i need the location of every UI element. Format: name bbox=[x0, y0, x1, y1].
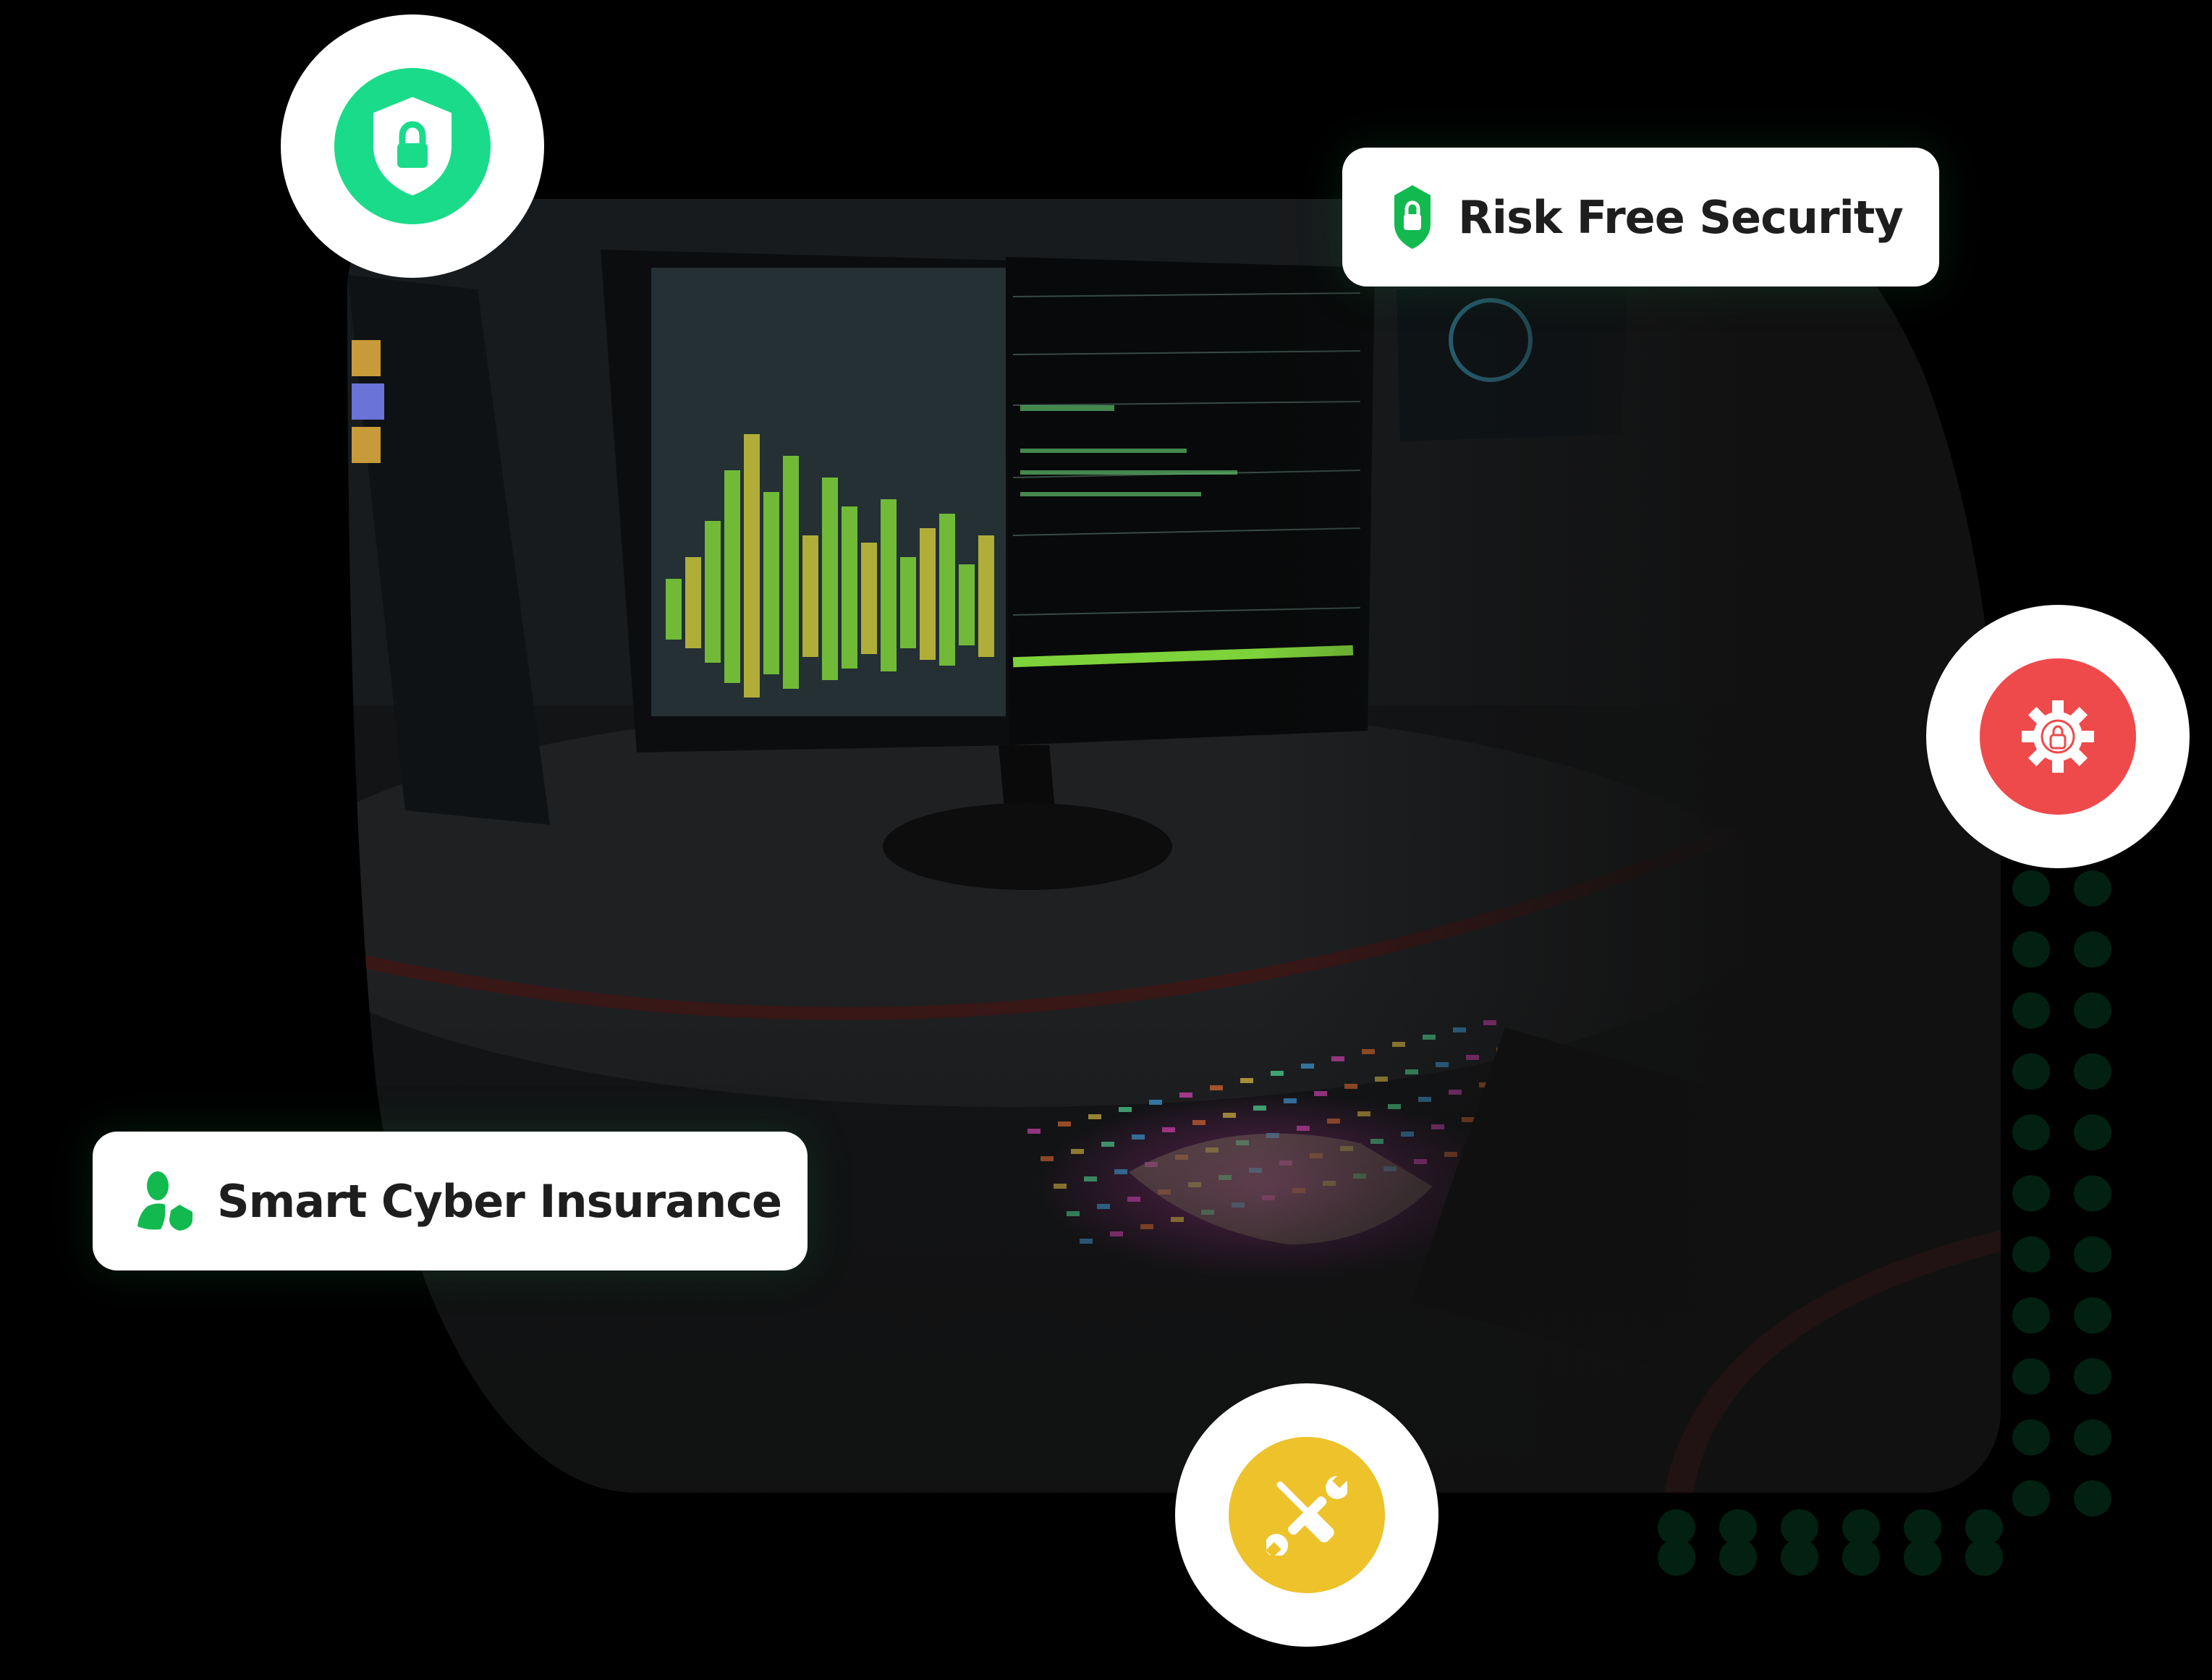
gear-lock-icon bbox=[2022, 700, 2094, 773]
risk-free-security-label: Risk Free Security bbox=[1458, 190, 1904, 244]
shield-lock-badge bbox=[334, 68, 491, 224]
gear-lock-badge bbox=[1980, 658, 2136, 815]
shield-lock-icon bbox=[373, 97, 452, 195]
gear-lock-feature bbox=[1926, 605, 2190, 868]
gear-tooth bbox=[2052, 700, 2064, 715]
tools-badge bbox=[1229, 1437, 1385, 1593]
smart-cyber-insurance-badge: Smart Cyber Insurance bbox=[93, 1132, 808, 1270]
gear-tooth bbox=[2080, 731, 2094, 742]
shield-lock-feature bbox=[281, 14, 544, 278]
smart-cyber-insurance-label: Smart Cyber Insurance bbox=[217, 1174, 782, 1228]
tools-feature bbox=[1175, 1383, 1438, 1647]
shield-lock-icon bbox=[1394, 185, 1431, 249]
tools-icon bbox=[1266, 1475, 1347, 1556]
risk-free-security-badge: Risk Free Security bbox=[1342, 148, 1939, 287]
gear-tooth bbox=[2052, 758, 2064, 773]
users-shield-icon bbox=[137, 1171, 192, 1231]
gear-tooth bbox=[2022, 731, 2036, 742]
